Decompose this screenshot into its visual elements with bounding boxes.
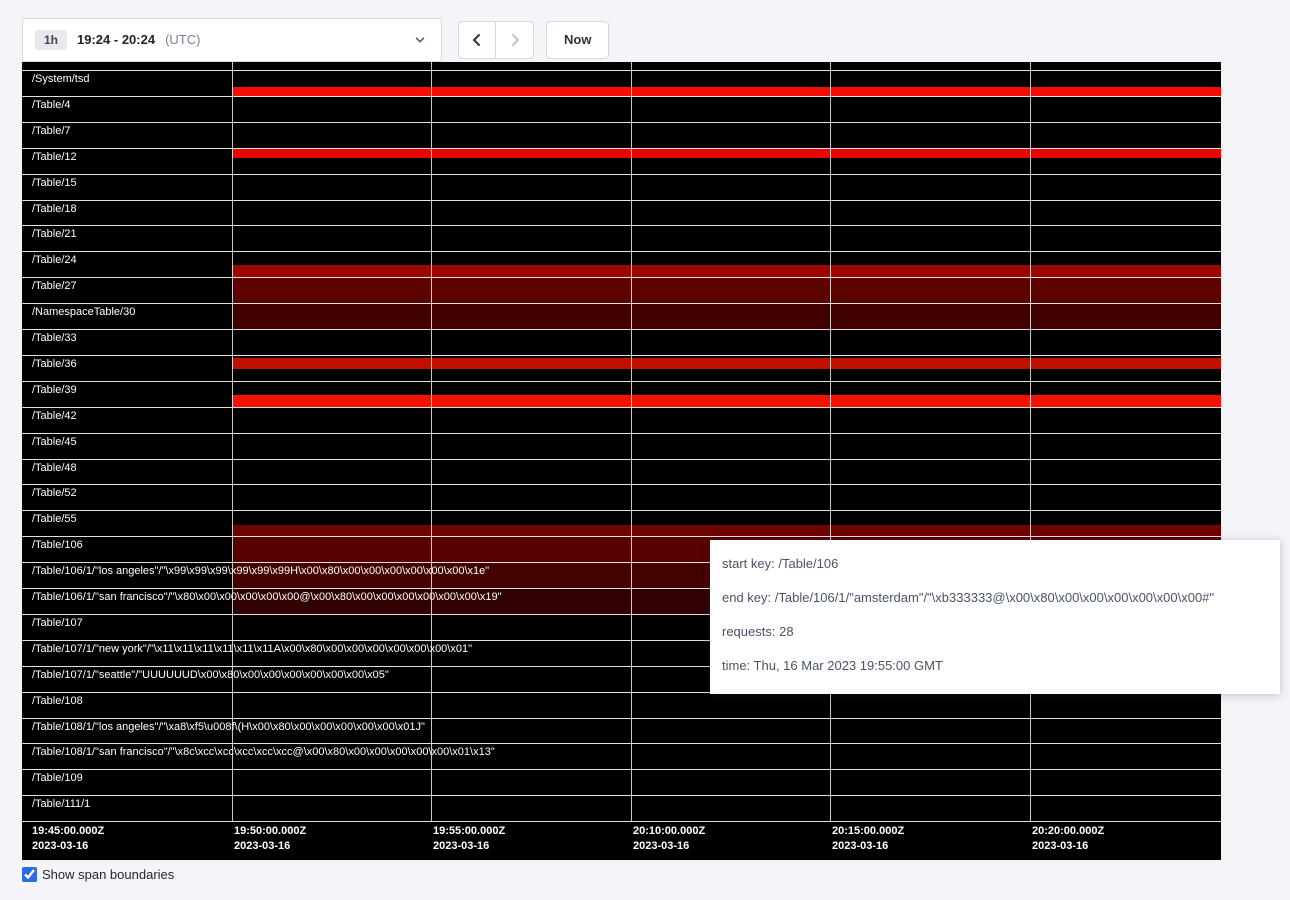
time-range-label: 19:24 - 20:24 xyxy=(77,32,155,47)
keyvis-axis: 19:45:00.000Z2023-03-16 19:50:00.000Z2023… xyxy=(22,62,1221,860)
prev-time-button[interactable] xyxy=(458,21,496,59)
show-span-boundaries-checkbox[interactable] xyxy=(22,867,37,882)
show-span-boundaries-label[interactable]: Show span boundaries xyxy=(42,867,174,882)
time-axis-label: 19:55:00.000Z2023-03-16 xyxy=(433,824,505,854)
time-range-selector[interactable]: 1h 19:24 - 20:24 (UTC) xyxy=(22,18,442,62)
time-axis-label: 20:15:00.000Z2023-03-16 xyxy=(832,824,904,854)
toolbar: 1h 19:24 - 20:24 (UTC) Now xyxy=(22,17,609,62)
time-axis-label: 19:50:00.000Z2023-03-16 xyxy=(234,824,306,854)
time-axis-label: 19:45:00.000Z2023-03-16 xyxy=(32,824,104,854)
duration-badge: 1h xyxy=(35,30,67,50)
keyvis-canvas[interactable]: /System/tsd/Table/4/Table/7/Table/12/Tab… xyxy=(22,62,1221,860)
time-axis-label: 20:10:00.000Z2023-03-16 xyxy=(633,824,705,854)
chevron-right-icon xyxy=(507,32,523,48)
footer: Show span boundaries xyxy=(22,867,174,882)
chevron-down-icon xyxy=(413,33,427,47)
next-time-button[interactable] xyxy=(496,21,534,59)
now-button[interactable]: Now xyxy=(546,21,609,59)
chevron-left-icon xyxy=(469,32,485,48)
time-axis-label: 20:20:00.000Z2023-03-16 xyxy=(1032,824,1104,854)
timezone-label: (UTC) xyxy=(165,32,200,47)
time-nav-group xyxy=(458,21,534,59)
